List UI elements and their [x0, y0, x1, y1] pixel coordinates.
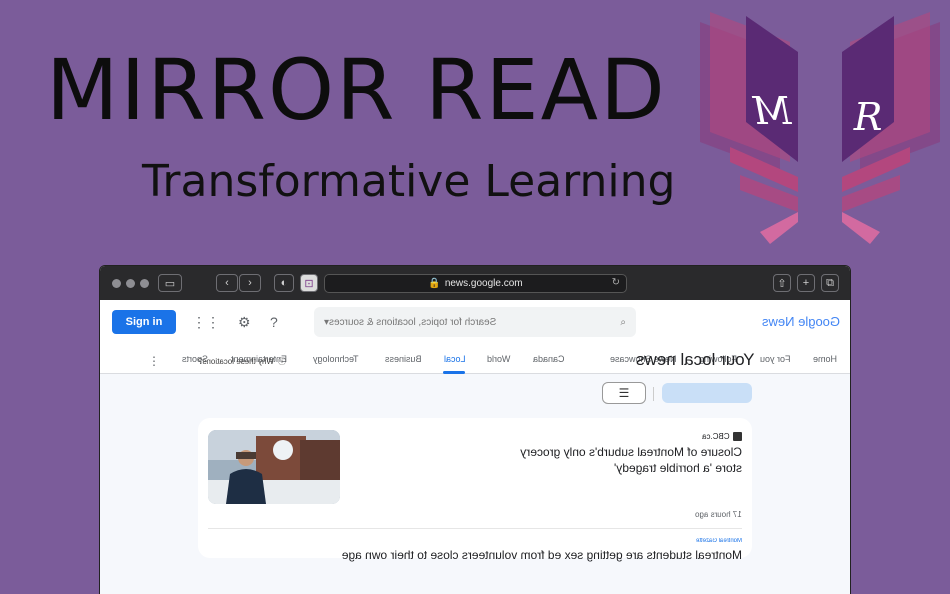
tab-world[interactable]: World: [487, 354, 510, 364]
browser-window: ▭ ‹ › ◐ ⊡ 🔒 news.google.com ↻ ⇧ + ⧉ Sign…: [99, 265, 851, 594]
hero-title: MIRROR READ: [46, 41, 667, 139]
share-icon[interactable]: ⇧: [773, 274, 791, 292]
google-news-page: Sign in ⋮⋮ ⚙ ? ▾ Search for topics, loca…: [100, 300, 850, 594]
hero-subtitle: Transformative Learning: [142, 156, 676, 207]
search-placeholder: Search for topics, locations & sources: [329, 316, 497, 328]
why-locations-label: Why these locations?: [198, 357, 275, 366]
chip-divider: [653, 387, 654, 401]
help-icon[interactable]: ?: [270, 314, 278, 330]
reload-icon[interactable]: ↻: [612, 277, 620, 288]
logo-letter-r: R: [853, 95, 883, 139]
location-chip[interactable]: [662, 383, 752, 403]
tab-home[interactable]: Home: [813, 354, 837, 364]
tab-technology[interactable]: Technology: [313, 354, 359, 364]
google-news-logo[interactable]: Google News: [762, 314, 840, 329]
close-window-dot[interactable]: [112, 279, 121, 288]
page-heading: Your local news: [635, 350, 754, 369]
shield-icon[interactable]: ◐: [274, 274, 294, 292]
story-headline[interactable]: Closure of Montreal suburb's only grocer…: [492, 444, 742, 476]
extension-icon[interactable]: ⊡: [300, 274, 318, 292]
story-source-2[interactable]: Montreal Gazette: [696, 538, 742, 544]
sidebar-icon[interactable]: ▭: [158, 274, 182, 292]
gear-icon[interactable]: ⚙: [238, 314, 251, 331]
tab-for-you[interactable]: For you: [760, 354, 791, 364]
mirror-read-logo: M R: [700, 12, 940, 244]
story-headline-2[interactable]: Montreal students are getting sex ed fro…: [282, 548, 742, 562]
tab-canada[interactable]: Canada: [533, 354, 565, 364]
search-input[interactable]: ▾ Search for topics, locations & sources…: [314, 307, 636, 337]
browser-toolbar: ▭ ‹ › ◐ ⊡ 🔒 news.google.com ↻ ⇧ + ⧉: [100, 266, 850, 300]
tabs-icon[interactable]: ⧉: [821, 274, 839, 292]
back-icon[interactable]: ‹: [216, 274, 238, 292]
more-options-icon[interactable]: ⋮: [148, 354, 160, 368]
filter-button[interactable]: ☰: [602, 382, 646, 404]
minimize-window-dot[interactable]: [126, 279, 135, 288]
source-icon: [733, 432, 742, 441]
apps-grid-icon[interactable]: ⋮⋮: [192, 314, 220, 331]
tab-local[interactable]: Local: [444, 354, 466, 364]
site-header: Sign in ⋮⋮ ⚙ ? ▾ Search for topics, loca…: [100, 300, 850, 340]
story-divider: [208, 528, 742, 529]
active-tab-indicator: [443, 371, 465, 374]
sign-in-button[interactable]: Sign in: [112, 310, 176, 334]
logo-letter-m: M: [751, 89, 792, 133]
news-card: CBC.ca Closure of Montreal suburb's only…: [198, 418, 752, 562]
search-icon[interactable]: ⌕: [620, 317, 626, 328]
sliders-icon: ☰: [618, 386, 630, 400]
story-source-label: CBC.ca: [702, 432, 730, 441]
story-source[interactable]: CBC.ca: [702, 432, 742, 441]
info-icon: ⓘ: [278, 357, 287, 366]
lock-icon: 🔒: [428, 278, 441, 289]
tab-business[interactable]: Business: [385, 354, 422, 364]
address-bar[interactable]: 🔒 news.google.com ↻: [324, 274, 627, 293]
story-thumbnail[interactable]: [208, 430, 340, 504]
zoom-window-dot[interactable]: [140, 279, 149, 288]
story-time: 17 hours ago: [695, 510, 742, 519]
url-text: news.google.com: [444, 278, 523, 289]
why-locations-link[interactable]: Why these locations? ⓘ: [198, 356, 286, 367]
new-tab-icon[interactable]: +: [797, 274, 815, 292]
forward-icon[interactable]: ›: [239, 274, 261, 292]
